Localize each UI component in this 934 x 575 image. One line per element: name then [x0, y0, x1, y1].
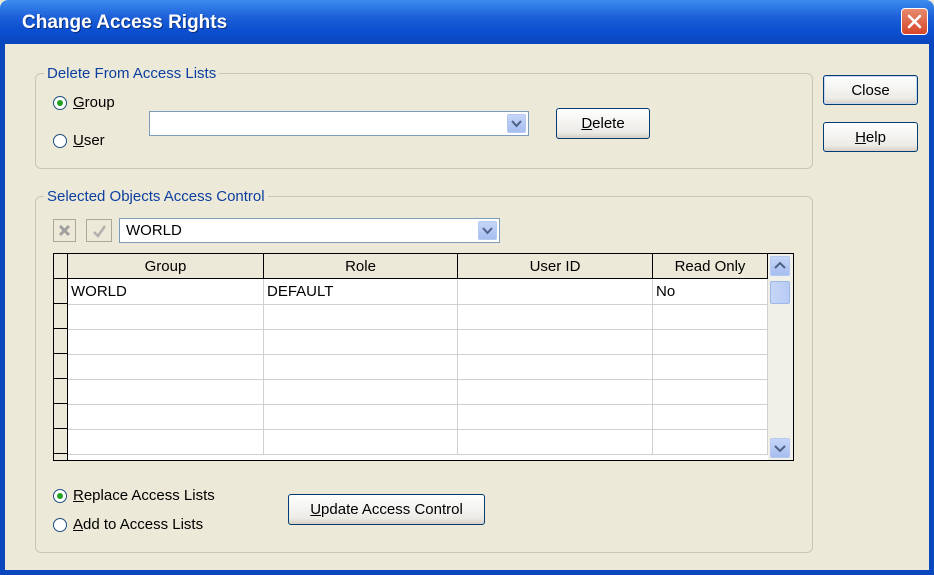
table-cell-read-only[interactable]: [653, 354, 768, 380]
chevron-up-icon: [774, 261, 786, 269]
replace-access-lists-radio[interactable]: Replace Access Lists: [53, 487, 215, 504]
user-radio-indicator[interactable]: [53, 133, 67, 148]
table-cell-role[interactable]: [264, 304, 458, 330]
help-button[interactable]: Help: [823, 122, 918, 152]
table-cell-user-id[interactable]: [458, 354, 653, 380]
cancel-edit-button[interactable]: [53, 219, 76, 242]
table-cell-user-id[interactable]: [458, 279, 653, 305]
add-to-access-lists-radio[interactable]: Add to Access Lists: [53, 516, 203, 533]
scroll-down-button[interactable]: [770, 438, 790, 458]
access-group-dropdown-button[interactable]: [478, 221, 497, 240]
add-radio-label: Add to Access Lists: [73, 516, 204, 533]
group-radio-indicator[interactable]: [53, 95, 67, 110]
table-cell-read-only[interactable]: [653, 404, 768, 430]
delete-group-legend: Delete From Access Lists: [47, 65, 217, 82]
table-cell-user-id[interactable]: [458, 404, 653, 430]
table-cell-group[interactable]: [68, 379, 264, 405]
table-cell-read-only[interactable]: No: [653, 279, 768, 305]
table-scrollbar[interactable]: [768, 254, 793, 460]
group-radio-label: Group: [73, 94, 115, 111]
table-cell-read-only[interactable]: [653, 429, 768, 455]
close-window-button[interactable]: [901, 8, 928, 35]
delete-target-dropdown-button[interactable]: [507, 114, 526, 133]
x-icon: [58, 224, 71, 237]
table-cell-group[interactable]: [68, 329, 264, 355]
chevron-down-icon: [511, 120, 522, 128]
column-header-read-only[interactable]: Read Only: [653, 254, 768, 279]
help-button-label: Help: [855, 128, 886, 146]
user-radio-label: User: [73, 132, 105, 149]
table-cell-group[interactable]: [68, 304, 264, 330]
column-header-user-id[interactable]: User ID: [458, 254, 653, 279]
table-cell-user-id[interactable]: [458, 429, 653, 455]
table-cell-role[interactable]: [264, 354, 458, 380]
delete-target-combo[interactable]: [149, 111, 529, 136]
chevron-down-icon: [774, 445, 786, 453]
table-cell-user-id[interactable]: [458, 379, 653, 405]
table-cell-role[interactable]: [264, 329, 458, 355]
access-group-combo[interactable]: WORLD: [119, 218, 500, 243]
scroll-up-button[interactable]: [770, 256, 790, 276]
delete-button[interactable]: Delete: [556, 108, 650, 139]
access-control-table: Group Role User ID Read Only WORLD DEFAUL…: [53, 253, 794, 461]
table-cell-user-id[interactable]: [458, 329, 653, 355]
row-header-column: [54, 254, 68, 460]
replace-radio-label: Replace Access Lists: [73, 487, 215, 504]
table-cell-group[interactable]: WORLD: [68, 279, 264, 305]
update-button-label: Update Access Control: [310, 501, 463, 518]
scroll-thumb[interactable]: [770, 281, 790, 304]
access-group-value: WORLD: [126, 222, 182, 239]
window-title: Change Access Rights: [22, 12, 228, 33]
close-icon: [907, 14, 922, 29]
table-cell-role[interactable]: [264, 379, 458, 405]
column-header-role[interactable]: Role: [264, 254, 458, 279]
title-bar: Change Access Rights: [0, 0, 934, 44]
table-cell-read-only[interactable]: [653, 304, 768, 330]
add-radio-indicator[interactable]: [53, 517, 67, 532]
delete-button-label: Delete: [581, 115, 625, 132]
table-cell-role[interactable]: DEFAULT: [264, 279, 458, 305]
window-frame-left: [0, 44, 5, 575]
update-access-control-button[interactable]: Update Access Control: [288, 494, 485, 525]
window-frame-bottom: [0, 570, 934, 575]
table-cell-read-only[interactable]: [653, 329, 768, 355]
table-cell-group[interactable]: [68, 354, 264, 380]
close-button-label: Close: [851, 81, 890, 99]
table-cell-read-only[interactable]: [653, 379, 768, 405]
check-icon: [92, 224, 106, 238]
table-cell-role[interactable]: [264, 404, 458, 430]
table-cell-user-id[interactable]: [458, 304, 653, 330]
table-cell-group[interactable]: [68, 404, 264, 430]
replace-radio-indicator[interactable]: [53, 488, 67, 503]
close-button[interactable]: Close: [823, 75, 918, 105]
confirm-edit-button[interactable]: [86, 219, 112, 242]
chevron-down-icon: [482, 227, 493, 235]
window-frame-right: [929, 44, 934, 575]
access-control-legend: Selected Objects Access Control: [47, 188, 265, 205]
column-header-group[interactable]: Group: [68, 254, 264, 279]
group-radio[interactable]: Group: [53, 94, 115, 111]
table-cell-group[interactable]: [68, 429, 264, 455]
user-radio[interactable]: User: [53, 132, 105, 149]
table-cell-role[interactable]: [264, 429, 458, 455]
